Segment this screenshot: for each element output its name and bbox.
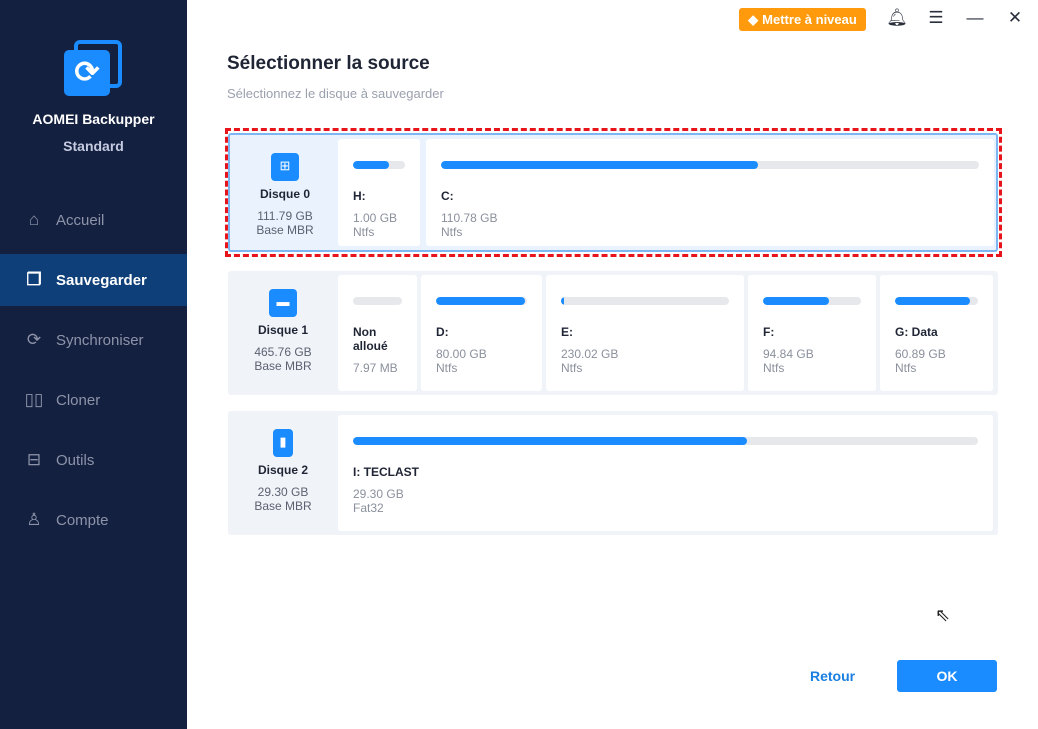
usage-bar xyxy=(441,161,979,169)
sidebar-item-sauvegarder[interactable]: ❐ Sauvegarder xyxy=(0,254,187,306)
partition-label: E: xyxy=(561,325,573,339)
disk-name: Disque 2 xyxy=(257,463,308,477)
sidebar-item-outils[interactable]: ⊟ Outils xyxy=(0,434,187,486)
usage-fill xyxy=(763,297,829,305)
usage-bar xyxy=(353,161,405,169)
disk-size: 29.30 GB xyxy=(257,485,309,499)
disk-windows-icon: ⊞ xyxy=(271,153,299,181)
partition-fs: Fat32 xyxy=(353,501,384,515)
partition-fs: Ntfs xyxy=(561,361,583,375)
partition-g[interactable]: G: Data 60.89 GB Ntfs xyxy=(880,275,993,391)
bell-icon[interactable]: 🔔︎ xyxy=(886,8,908,28)
close-icon[interactable]: ✕ xyxy=(1004,8,1026,28)
upgrade-label: Mettre à niveau xyxy=(762,12,857,27)
usage-fill xyxy=(895,297,970,305)
user-icon: ♙ xyxy=(26,510,42,529)
disk-info: ⊞ Disque 0 111.79 GB Base MBR xyxy=(230,135,340,250)
home-icon: ⌂ xyxy=(28,210,40,229)
partition-size: 94.84 GB xyxy=(763,347,814,361)
usage-fill xyxy=(436,297,526,305)
ok-button[interactable]: OK xyxy=(897,660,997,692)
sidebar: ⟳ AOMEI Backupper Standard ⌂ Accueil ❐ Sau… xyxy=(0,0,187,729)
disk-row-1[interactable]: ▬ Disque 1 465.76 GB Base MBR Non alloué 7.9… xyxy=(228,271,998,395)
disk-name: Disque 0 xyxy=(259,187,310,201)
partition-size: 7.97 MB xyxy=(353,361,398,375)
disk-name: Disque 1 xyxy=(257,323,308,337)
disk-info: ▬ Disque 1 465.76 GB Base MBR xyxy=(228,271,338,395)
disk-row-2[interactable]: ▮ Disque 2 29.30 GB Base MBR I: TECLAST 29.3… xyxy=(228,411,998,535)
partition-fs: Ntfs xyxy=(441,225,463,239)
disk-size: 111.79 GB xyxy=(257,209,313,223)
sidebar-item-label: Synchroniser xyxy=(56,331,144,349)
sidebar-item-accueil[interactable]: ⌂ Accueil xyxy=(0,194,187,246)
app-name: AOMEI Backupper xyxy=(32,111,155,127)
usage-fill xyxy=(353,161,390,169)
sidebar-item-label: Accueil xyxy=(56,211,105,229)
sidebar-item-compte[interactable]: ♙ Compte xyxy=(0,494,187,546)
disk-row-0[interactable]: ⊞ Disque 0 111.79 GB Base MBR H: 1.00 GB Ntfs… xyxy=(228,133,998,252)
sidebar-item-label: Compte xyxy=(56,511,109,529)
partition-label: D: xyxy=(436,325,449,339)
upgrade-button[interactable]: ◆ Mettre à niveau xyxy=(739,8,866,31)
usage-bar xyxy=(353,437,978,445)
disk-type: Base MBR xyxy=(256,223,314,237)
app-logo-icon: ⟳ xyxy=(64,40,122,98)
partition-fs: Ntfs xyxy=(353,225,375,239)
partition-label: F: xyxy=(763,325,775,339)
partition-f[interactable]: F: 94.84 GB Ntfs xyxy=(748,275,876,391)
disk-icon: ▬ xyxy=(269,289,297,317)
usage-bar xyxy=(895,297,978,305)
app-edition: Standard xyxy=(63,138,124,154)
sidebar-item-label: Cloner xyxy=(56,391,101,409)
partition-c[interactable]: C: 110.78 GB Ntfs xyxy=(426,139,994,246)
sidebar-item-label: Outils xyxy=(56,451,95,469)
partition-label: H: xyxy=(353,189,366,203)
partition-d[interactable]: D: 80.00 GB Ntfs xyxy=(421,275,542,391)
backup-icon: ❐ xyxy=(26,270,42,289)
partition-size: 110.78 GB xyxy=(441,211,498,225)
sync-icon: ⟳ xyxy=(26,330,42,349)
usage-fill xyxy=(441,161,759,169)
usage-fill xyxy=(353,437,747,445)
partition-label: G: Data xyxy=(895,325,938,339)
partition-h[interactable]: H: 1.00 GB Ntfs xyxy=(338,139,420,246)
usage-bar xyxy=(561,297,729,305)
tools-icon: ⊟ xyxy=(26,450,42,469)
clone-icon: ▯▯ xyxy=(24,390,44,409)
sidebar-item-synchroniser[interactable]: ⟳ Synchroniser xyxy=(0,314,187,366)
mouse-cursor-icon: ⇖ xyxy=(935,605,951,625)
disk-type: Base MBR xyxy=(254,359,312,373)
partition-fs: Ntfs xyxy=(895,361,917,375)
partition-fs: Ntfs xyxy=(763,361,785,375)
diamond-icon: ◆ xyxy=(748,11,759,27)
partition-size: 29.30 GB xyxy=(353,487,404,501)
partition-label: I: TECLAST xyxy=(353,465,419,479)
usage-bar xyxy=(763,297,861,305)
page-title: Sélectionner la source xyxy=(227,53,430,74)
partition-label: C: xyxy=(441,189,454,203)
partition-label: Non alloué xyxy=(353,325,388,353)
partition-size: 1.00 GB xyxy=(353,211,398,225)
partition-fs: Ntfs xyxy=(436,361,458,375)
disk-info: ▮ Disque 2 29.30 GB Base MBR xyxy=(228,411,338,535)
disk-type: Base MBR xyxy=(254,499,312,513)
back-button[interactable]: Retour xyxy=(810,668,855,684)
partition-i[interactable]: I: TECLAST 29.30 GB Fat32 xyxy=(338,415,993,531)
usage-bar xyxy=(436,297,527,305)
partition-unallocated[interactable]: Non alloué 7.97 MB xyxy=(338,275,417,391)
partition-e[interactable]: E: 230.02 GB Ntfs xyxy=(546,275,744,391)
sidebar-item-cloner[interactable]: ▯▯ Cloner xyxy=(0,374,187,426)
minimize-icon[interactable]: — xyxy=(964,8,986,28)
usb-drive-icon: ▮ xyxy=(273,429,293,457)
usage-fill xyxy=(561,297,565,305)
sidebar-item-label: Sauvegarder xyxy=(56,271,147,289)
usage-bar xyxy=(353,297,402,305)
partition-size: 80.00 GB xyxy=(436,347,487,361)
menu-icon[interactable]: ☰ xyxy=(925,8,947,28)
partition-size: 230.02 GB xyxy=(561,347,619,361)
partition-size: 60.89 GB xyxy=(895,347,946,361)
page-subtitle: Sélectionnez le disque à sauvegarder xyxy=(227,86,444,101)
disk-size: 465.76 GB xyxy=(254,345,312,359)
